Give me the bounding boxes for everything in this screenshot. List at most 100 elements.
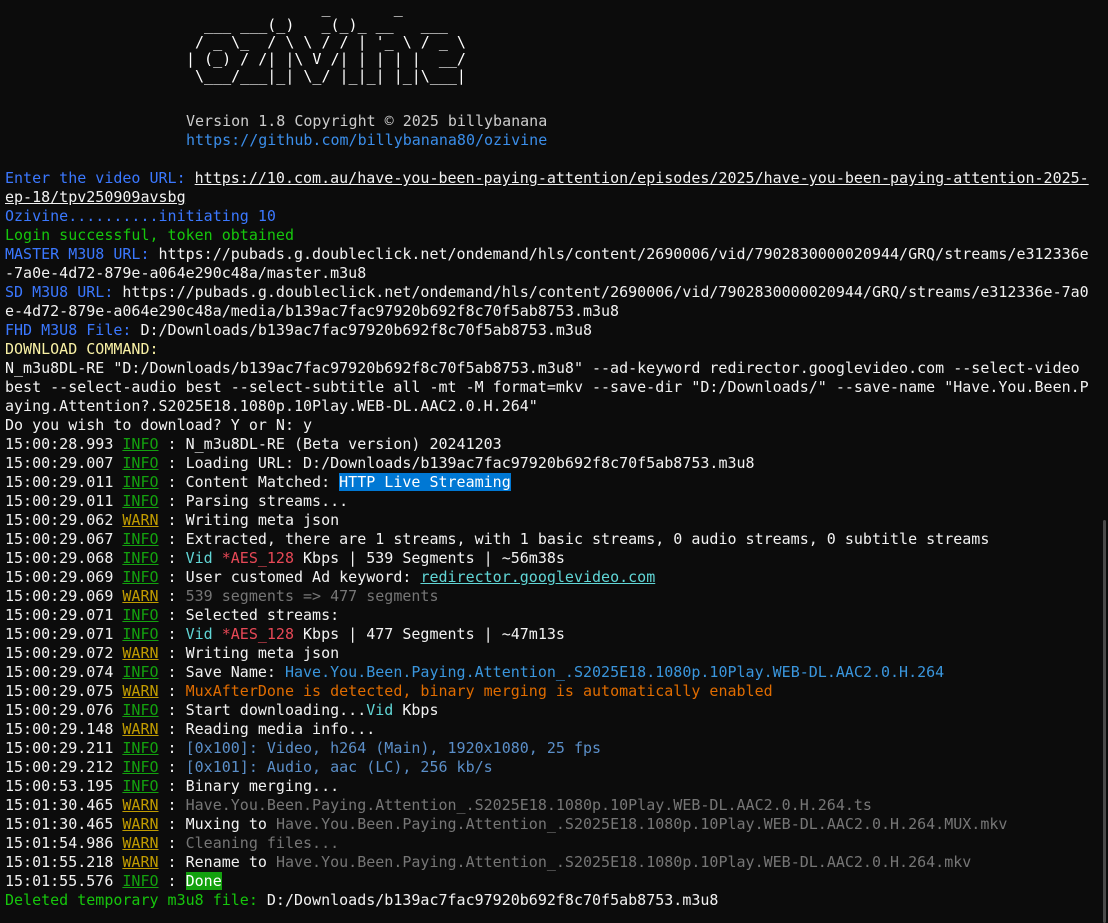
- log-timestamp: 15:00:29.071: [5, 606, 114, 624]
- video-url-link[interactable]: https://10.com.au/have-you-been-paying-a…: [195, 169, 1089, 187]
- log-message: Vid: [185, 625, 222, 643]
- log-line: 15:00:29.072 WARN : Writing meta json: [5, 644, 340, 662]
- log-level-badge: INFO: [122, 701, 159, 719]
- log-timestamp: 15:00:29.011: [5, 473, 114, 491]
- log-line: 15:00:29.062 WARN : Writing meta json: [5, 511, 340, 529]
- url-prompt-line: Enter the video URL: https://10.com.au/h…: [5, 169, 1094, 188]
- log-timestamp: 15:01:55.218: [5, 853, 114, 871]
- scrollbar[interactable]: [1103, 520, 1106, 923]
- log-timestamp: 15:00:29.062: [5, 511, 114, 529]
- log-message: Extracted, there are 1 streams, with 1 b…: [185, 530, 990, 548]
- log-timestamp: 15:00:29.069: [5, 568, 114, 586]
- log-message: Rename to: [185, 853, 276, 871]
- log-message: Have.You.Been.Paying.Attention_.S2025E18…: [284, 663, 945, 681]
- log-timestamp: 15:00:29.072: [5, 644, 114, 662]
- sd-url-line: SD M3U8 URL: https://pubads.g.doubleclic…: [5, 283, 1094, 302]
- video-url-link-cont[interactable]: ep-18/tpv250909avsbg: [5, 188, 186, 206]
- log-message: 539 segments => 477 segments: [185, 587, 439, 605]
- download-command-line-1: N_m3u8DL-RE "D:/Downloads/b139ac7fac9792…: [5, 359, 1080, 377]
- download-command-label: DOWNLOAD COMMAND:: [5, 340, 159, 358]
- log-message: Have.You.Been.Paying.Attention_.S2025E18…: [185, 796, 872, 814]
- deleted-file-line: Deleted temporary m3u8 file: D:/Download…: [5, 891, 1094, 910]
- log-timestamp: 15:00:29.076: [5, 701, 114, 719]
- log-message: Reading media info...: [185, 720, 376, 738]
- log-message: [0x100]: Video, h264 (Main), 1920x1080, …: [185, 739, 602, 757]
- fhd-file-line: FHD M3U8 File: D:/Downloads/b139ac7fac97…: [5, 321, 1094, 340]
- log-level-badge: WARN: [122, 853, 159, 871]
- log-timestamp: 15:00:29.067: [5, 530, 114, 548]
- log-message: Loading URL: D:/Downloads/b139ac7fac9792…: [185, 454, 755, 472]
- log-message: MuxAfterDone is detected, binary merging…: [185, 682, 773, 700]
- log-timestamp: 15:00:29.148: [5, 720, 114, 738]
- log-message: *AES_128: [221, 625, 294, 643]
- log-timestamp: 15:01:55.576: [5, 872, 114, 890]
- version-line: Version 1.8 Copyright © 2025 billybanana: [186, 112, 548, 130]
- fhd-file-label: FHD M3U8 File:: [5, 321, 141, 339]
- log-level-badge: WARN: [122, 815, 159, 833]
- log-line: 15:01:30.465 WARN : Have.You.Been.Paying…: [5, 796, 872, 814]
- log-level-badge: INFO: [122, 473, 159, 491]
- log-timestamp: 15:00:29.071: [5, 625, 114, 643]
- log-timestamp: 15:00:29.212: [5, 758, 114, 776]
- log-message: Selected streams:: [185, 606, 340, 624]
- log-message: Kbps | 477 Segments | ~47m13s: [294, 625, 565, 643]
- log-level-badge: INFO: [122, 530, 159, 548]
- log-message: Parsing streams...: [185, 492, 349, 510]
- download-command-line-2: best --select-audio best --select-subtit…: [5, 378, 1089, 396]
- log-timestamp: 15:00:29.211: [5, 739, 114, 757]
- log-level-badge: INFO: [122, 568, 159, 586]
- log-message: Writing meta json: [185, 644, 340, 662]
- initiating-line: Ozivine..........initiating 10: [5, 207, 276, 225]
- log-line: 15:00:29.071 INFO : Selected streams:: [5, 606, 340, 624]
- log-line: 15:00:29.076 INFO : Start downloading...…: [5, 701, 439, 719]
- ad-keyword-link[interactable]: redirector.googlevideo.com: [420, 568, 655, 586]
- terminal-window[interactable]: _ _ ___ ___(_) _(_)_ __ ___ / _ \_ / \ \…: [0, 0, 1108, 923]
- log-line: 15:00:53.195 INFO : Binary merging...: [5, 777, 340, 795]
- log-line: 15:00:29.074 INFO : Save Name: Have.You.…: [5, 663, 945, 681]
- log-timestamp: 15:00:29.075: [5, 682, 114, 700]
- log-level-badge: WARN: [122, 511, 159, 529]
- log-timestamp: 15:00:28.993: [5, 435, 114, 453]
- sd-url-value: https://pubads.g.doubleclick.net/ondeman…: [122, 283, 1089, 301]
- log-message: N_m3u8DL-RE (Beta version) 20241203: [185, 435, 502, 453]
- master-url-line-cont: -7a0e-4d72-879e-a064e290c48a/master.m3u8: [5, 264, 367, 282]
- log-line: 15:00:29.069 WARN : 539 segments => 477 …: [5, 587, 439, 605]
- log-level-badge: INFO: [122, 739, 159, 757]
- log-line: 15:00:29.071 INFO : Vid *AES_128 Kbps | …: [5, 625, 565, 643]
- log-line: 15:00:28.993 INFO : N_m3u8DL-RE (Beta ve…: [5, 435, 502, 453]
- log-line: 15:00:29.212 INFO : [0x101]: Audio, aac …: [5, 758, 493, 776]
- log-message: *AES_128: [221, 549, 294, 567]
- log-message: Save Name:: [185, 663, 285, 681]
- sd-url-label: SD M3U8 URL:: [5, 283, 123, 301]
- log-message: Binary merging...: [185, 777, 340, 795]
- log-level-badge: INFO: [122, 777, 159, 795]
- url-prompt-label: Enter the video URL:: [5, 169, 195, 187]
- log-line: 15:00:29.075 WARN : MuxAfterDone is dete…: [5, 682, 773, 700]
- log-level-badge: INFO: [122, 625, 159, 643]
- github-link[interactable]: https://github.com/billybanana80/ozivine: [186, 131, 547, 150]
- log-line: 15:00:29.068 INFO : Vid *AES_128 Kbps | …: [5, 549, 565, 567]
- log-level-badge: WARN: [122, 682, 159, 700]
- log-message: Done: [185, 872, 222, 890]
- log-message: Muxing to: [185, 815, 276, 833]
- fhd-file-value: D:/Downloads/b139ac7fac97920b692f8c70f5a…: [140, 321, 593, 339]
- log-timestamp: 15:00:29.069: [5, 587, 114, 605]
- log-timestamp: 15:00:29.068: [5, 549, 114, 567]
- log-level-badge: WARN: [122, 796, 159, 814]
- log-timestamp: 15:01:54.986: [5, 834, 114, 852]
- log-message: Vid: [185, 549, 222, 567]
- log-message: Kbps | 539 Segments | ~56m38s: [294, 549, 565, 567]
- log-line: 15:01:55.576 INFO : Done: [5, 872, 222, 890]
- log-line: 15:00:29.007 INFO : Loading URL: D:/Down…: [5, 454, 755, 472]
- log-timestamp: 15:00:29.074: [5, 663, 114, 681]
- log-line: 15:00:29.067 INFO : Extracted, there are…: [5, 530, 990, 548]
- log-level-badge: WARN: [122, 587, 159, 605]
- log-level-badge: WARN: [122, 834, 159, 852]
- log-level-badge: WARN: [122, 720, 159, 738]
- log-message: Start downloading...: [185, 701, 367, 719]
- log-line: 15:00:29.211 INFO : [0x100]: Video, h264…: [5, 739, 602, 757]
- log-line: 15:01:55.218 WARN : Rename to Have.You.B…: [5, 853, 972, 871]
- log-timestamp: 15:01:30.465: [5, 796, 114, 814]
- log-line: 15:00:29.011 INFO : Content Matched: HTT…: [5, 473, 511, 491]
- log-line: 15:01:54.986 WARN : Cleaning files...: [5, 834, 340, 852]
